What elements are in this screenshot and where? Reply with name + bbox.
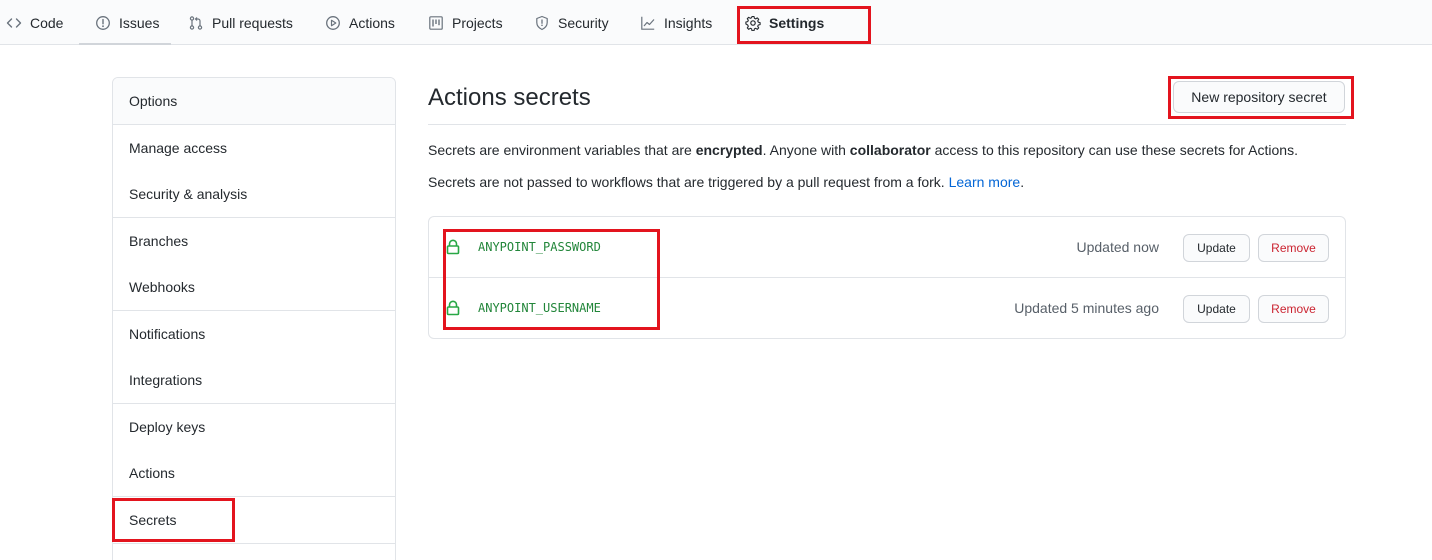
menu-item-label: Integrations <box>129 372 203 388</box>
menu-item-secrets[interactable]: Secrets <box>113 497 395 544</box>
fork-note: Secrets are not passed to workflows that… <box>428 174 1024 190</box>
tab-label: Projects <box>452 14 503 31</box>
desc-text: access to this repository can use these … <box>930 142 1298 158</box>
code-icon <box>6 15 22 31</box>
new-repository-secret-button[interactable]: New repository secret <box>1173 81 1345 113</box>
tab-pull-requests[interactable]: Pull requests <box>188 0 293 45</box>
menu-item-label: Secrets <box>129 512 177 528</box>
desc-bold-encrypted: encrypted <box>695 142 763 158</box>
menu-item-actions[interactable]: Actions <box>113 450 395 497</box>
tab-settings[interactable]: Settings <box>745 0 824 45</box>
tab-issues[interactable]: Issues <box>95 0 159 45</box>
menu-item-label: Branches <box>129 233 189 249</box>
graph-icon <box>640 15 656 31</box>
menu-item-label: Options <box>129 93 178 109</box>
tab-label: Pull requests <box>212 14 293 31</box>
tab-label: Issues <box>119 14 160 31</box>
menu-item-security-analysis[interactable]: Security & analysis <box>113 171 395 218</box>
issue-icon <box>95 15 111 31</box>
tab-hover-underline <box>79 43 171 45</box>
menu-item-options[interactable]: Options <box>113 78 395 125</box>
desc-text: Secrets are not passed to workflows that… <box>428 174 949 190</box>
secret-updated-time: Updated now <box>1076 239 1159 255</box>
lock-icon <box>446 300 460 316</box>
tab-label: Settings <box>769 14 825 31</box>
tab-insights[interactable]: Insights <box>640 0 712 45</box>
secret-name: ANYPOINT_PASSWORD <box>478 240 601 254</box>
desc-text: . Anyone with <box>762 142 850 158</box>
gear-icon <box>745 15 761 31</box>
menu-item-manage-access[interactable]: Manage access <box>113 125 395 172</box>
project-icon <box>428 15 444 31</box>
tab-security[interactable]: Security <box>534 0 609 45</box>
tab-actions[interactable]: Actions <box>325 0 395 45</box>
settings-menu: Options Manage access Security & analysi… <box>112 77 396 560</box>
secret-updated-time: Updated 5 minutes ago <box>1014 300 1159 316</box>
tab-label: Code <box>30 14 64 31</box>
shield-icon <box>534 15 550 31</box>
menu-item-label: Notifications <box>129 326 206 342</box>
secret-row: ANYPOINT_USERNAME Updated 5 minutes ago … <box>429 278 1345 339</box>
remove-secret-button[interactable]: Remove <box>1258 295 1329 323</box>
menu-item-label: Security & analysis <box>129 186 248 202</box>
menu-item-integrations[interactable]: Integrations <box>113 357 395 404</box>
tab-code[interactable]: Code <box>6 0 63 45</box>
page-title: Actions secrets <box>428 84 591 111</box>
menu-item-branches[interactable]: Branches <box>113 218 395 265</box>
tab-projects[interactable]: Projects <box>428 0 503 45</box>
menu-item-notifications[interactable]: Notifications <box>113 311 395 358</box>
tab-label: Security <box>558 14 609 31</box>
desc-bold-collaborator: collaborator <box>849 142 931 158</box>
remove-secret-button[interactable]: Remove <box>1258 234 1329 262</box>
menu-item-deploy-keys[interactable]: Deploy keys <box>113 404 395 451</box>
secret-row: ANYPOINT_PASSWORD Updated now Update Rem… <box>429 217 1345 278</box>
menu-item-label: Webhooks <box>129 279 195 295</box>
play-icon <box>325 15 341 31</box>
divider <box>428 124 1346 125</box>
menu-item-webhooks[interactable]: Webhooks <box>113 264 395 311</box>
tab-label: Insights <box>664 14 713 31</box>
update-secret-button[interactable]: Update <box>1183 295 1250 323</box>
menu-item-label: Deploy keys <box>129 419 206 435</box>
secret-name: ANYPOINT_USERNAME <box>478 301 601 315</box>
desc-text: . <box>1020 174 1025 190</box>
secrets-list: ANYPOINT_PASSWORD Updated now Update Rem… <box>428 216 1346 339</box>
secrets-description: Secrets are environment variables that a… <box>428 142 1298 158</box>
repo-nav: Code Issues Pull requests Actions Projec… <box>0 0 1432 45</box>
lock-icon <box>446 239 460 255</box>
menu-item-label: Actions <box>129 465 175 481</box>
update-secret-button[interactable]: Update <box>1183 234 1250 262</box>
pull-request-icon <box>188 15 204 31</box>
learn-more-link[interactable]: Learn more <box>949 174 1021 190</box>
desc-text: Secrets are environment variables that a… <box>428 142 696 158</box>
menu-item-label: Manage access <box>129 140 228 156</box>
tab-label: Actions <box>349 14 395 31</box>
